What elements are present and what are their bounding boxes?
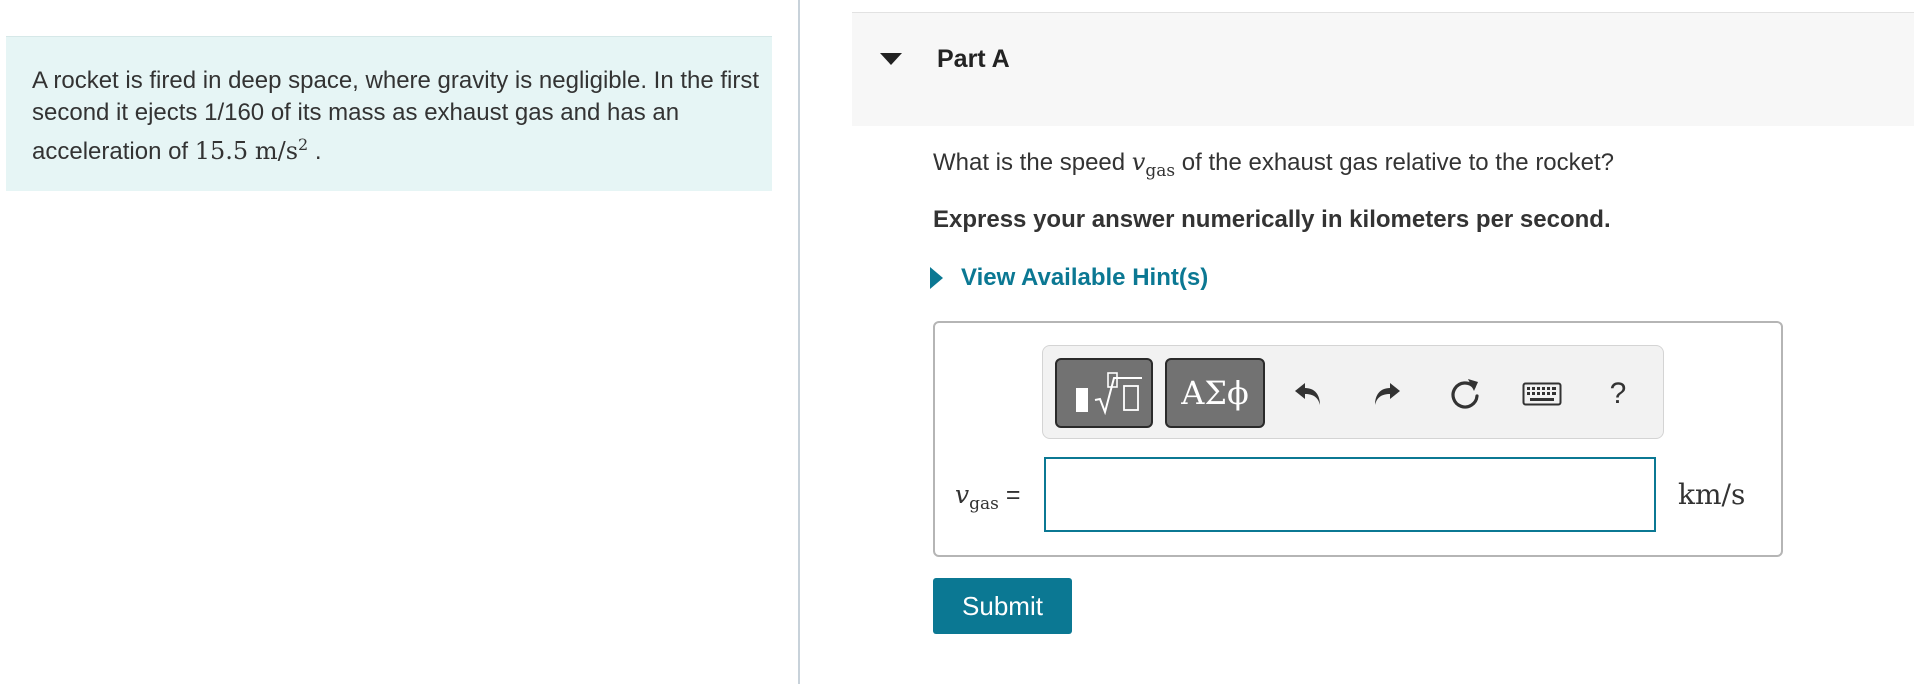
question-text: What is the speed vgas of the exhaust ga… [933, 148, 1615, 181]
keyboard-button[interactable] [1519, 374, 1565, 414]
math-toolbar: ΑΣϕ ? [1042, 345, 1664, 439]
view-hints-toggle[interactable]: View Available Hint(s) [930, 264, 1208, 292]
part-a-header[interactable]: Part A [852, 12, 1914, 126]
reset-button[interactable] [1445, 374, 1485, 414]
redo-button[interactable] [1366, 374, 1406, 414]
problem-text: A rocket is fired in deep space, where g… [32, 67, 760, 165]
acceleration-value: 15.5 [194, 137, 249, 165]
redo-icon [1375, 383, 1400, 405]
collapse-caret-icon[interactable] [880, 53, 902, 65]
reset-icon [1451, 379, 1479, 409]
answer-unit: km/s [1678, 478, 1746, 511]
help-button[interactable]: ? [1598, 374, 1638, 414]
problem-statement-panel: A rocket is fired in deep space, where g… [6, 36, 772, 191]
submit-button[interactable]: Submit [933, 578, 1072, 634]
column-divider [798, 0, 800, 684]
part-title: Part A [937, 45, 1010, 73]
undo-button[interactable] [1289, 374, 1329, 414]
templates-button[interactable] [1055, 358, 1153, 428]
answer-input[interactable] [1044, 457, 1656, 532]
keyboard-icon [1522, 382, 1562, 406]
acceleration-unit: m/s [254, 137, 299, 165]
hint-label[interactable]: View Available Hint(s) [961, 264, 1208, 292]
greek-symbols-button[interactable]: ΑΣϕ [1165, 358, 1265, 428]
acceleration-exponent: 2 [298, 135, 309, 154]
answer-variable-label: vgas = [955, 480, 1021, 514]
undo-icon [1295, 383, 1320, 405]
answer-instruction: Express your answer numerically in kilom… [933, 206, 1611, 233]
templates-icon [1076, 372, 1142, 416]
hint-caret-icon [930, 267, 943, 289]
greek-symbols-label: ΑΣϕ [1181, 374, 1249, 412]
